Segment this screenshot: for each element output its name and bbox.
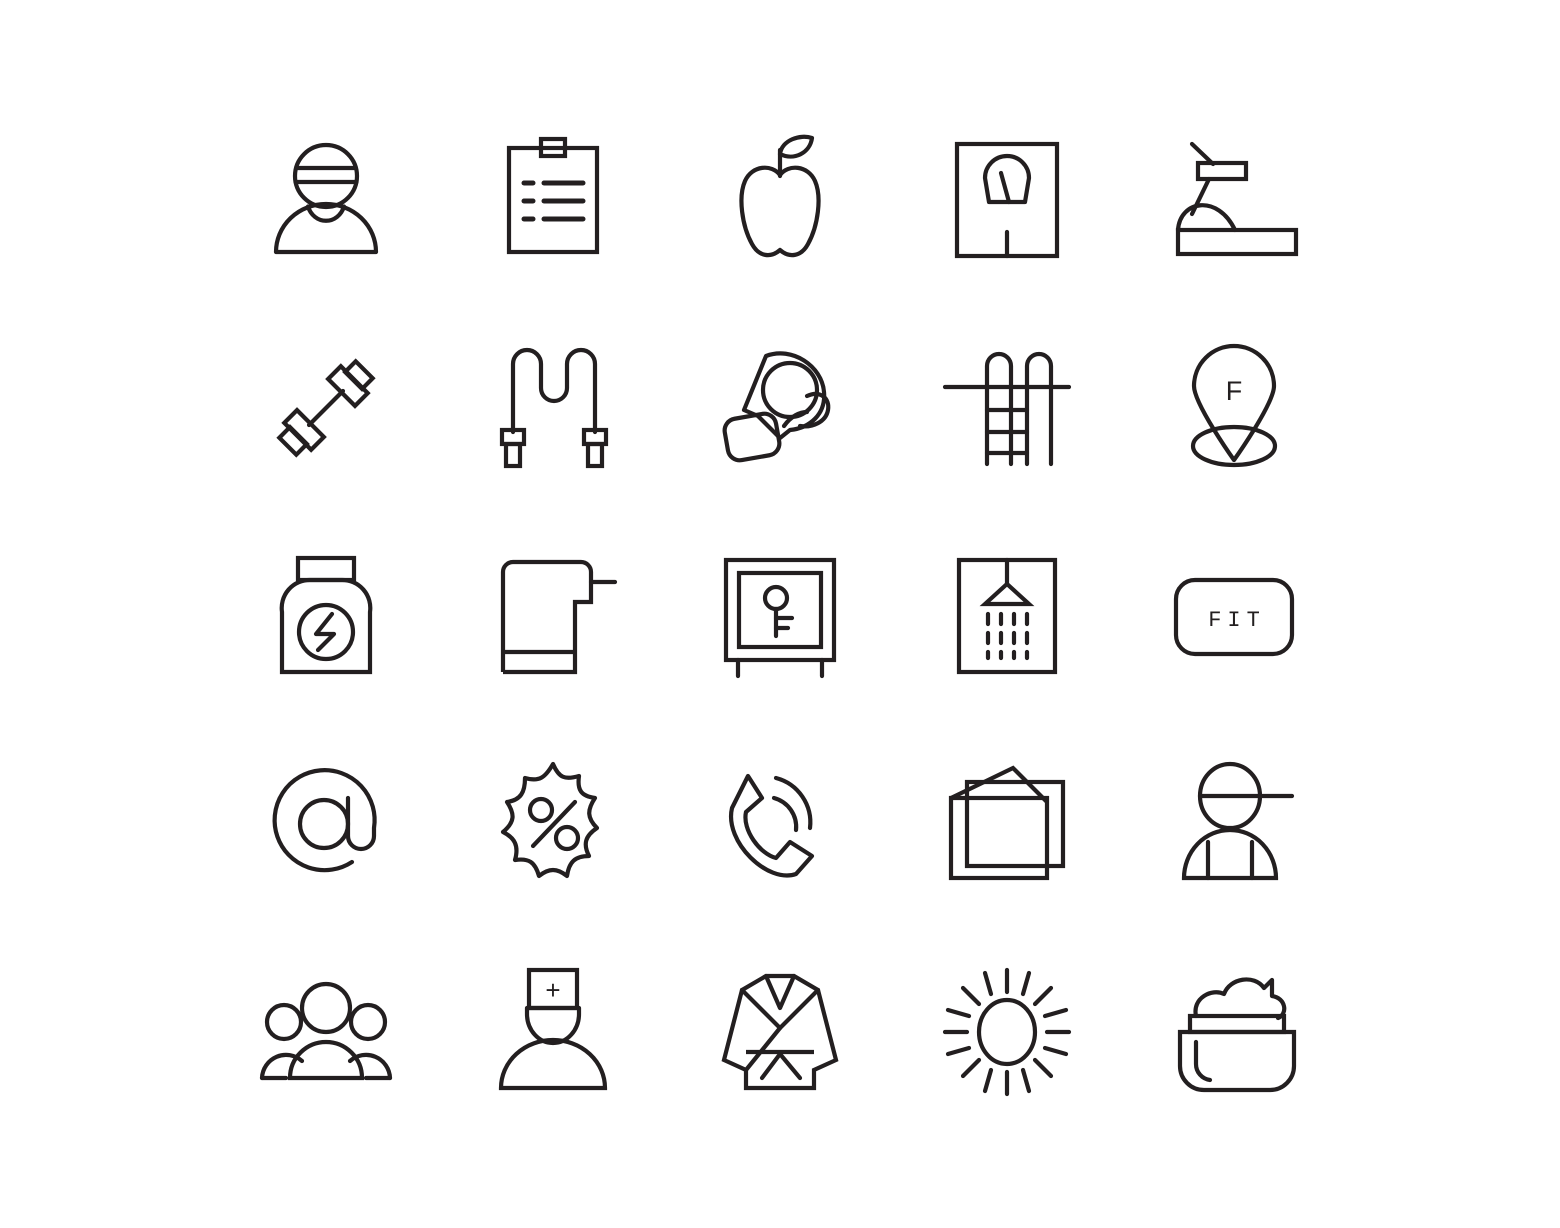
icon-cell-apple[interactable] xyxy=(666,96,893,304)
icon-sheet: F FIT + xyxy=(0,0,1560,1228)
icon-cell-cream-jar[interactable] xyxy=(1121,928,1348,1136)
locker-safe-icon xyxy=(723,557,837,679)
icon-cell-karate-gi[interactable] xyxy=(666,928,893,1136)
group-people-icon xyxy=(259,981,392,1081)
supplement-jar-icon xyxy=(279,555,372,675)
medic-person-icon: + xyxy=(498,967,607,1091)
discount-percent-icon xyxy=(500,761,599,879)
jump-rope-icon xyxy=(499,347,608,469)
icon-cell-treadmill[interactable] xyxy=(1121,96,1348,304)
icon-cell-supplement-jar[interactable] xyxy=(212,512,439,720)
trainer-icon xyxy=(273,142,378,255)
clipboard-icon xyxy=(506,136,599,255)
icon-cell-ringing-phone[interactable] xyxy=(666,720,893,928)
icon-cell-wallet-cards[interactable] xyxy=(894,720,1121,928)
dumbbell-icon xyxy=(275,358,376,458)
icon-cell-locker-safe[interactable] xyxy=(666,512,893,720)
sun-icon xyxy=(943,967,1072,1097)
icon-cell-trainer[interactable] xyxy=(212,96,439,304)
icon-cell-medic-person[interactable]: + xyxy=(439,928,666,1136)
icon-cell-member-person[interactable] xyxy=(1121,720,1348,928)
icon-cell-fit-badge[interactable]: FIT xyxy=(1121,512,1348,720)
wallet-cards-icon xyxy=(949,765,1066,881)
icon-cell-towel[interactable] xyxy=(439,512,666,720)
icon-cell-group-people[interactable] xyxy=(212,928,439,1136)
towel-icon xyxy=(500,559,617,675)
location-pin-letter: F xyxy=(1226,376,1243,406)
icon-cell-clipboard[interactable] xyxy=(439,96,666,304)
icon-cell-sun[interactable] xyxy=(894,928,1121,1136)
icon-cell-dumbbell[interactable] xyxy=(212,304,439,512)
ringing-phone-icon xyxy=(728,773,815,878)
icon-cell-discount-percent[interactable] xyxy=(439,720,666,928)
fit-badge-icon: FIT xyxy=(1174,577,1295,657)
icon-cell-at-sign[interactable] xyxy=(212,720,439,928)
icon-cell-shower[interactable] xyxy=(894,512,1121,720)
treadmill-icon xyxy=(1176,141,1299,257)
cream-jar-icon xyxy=(1178,977,1297,1093)
icon-cell-jump-rope[interactable] xyxy=(439,304,666,512)
fit-badge-label: FIT xyxy=(1209,608,1267,633)
icon-cell-pool-ladder[interactable] xyxy=(894,304,1121,512)
icon-grid: F FIT + xyxy=(212,96,1348,1136)
location-pin-f-icon: F xyxy=(1191,343,1278,468)
weight-scale-icon xyxy=(955,141,1060,259)
shower-icon xyxy=(957,557,1058,675)
icon-cell-weight-scale[interactable] xyxy=(894,96,1121,304)
karate-gi-icon xyxy=(721,973,839,1091)
pool-ladder-icon xyxy=(943,351,1072,467)
medic-plus-label: + xyxy=(545,975,560,1005)
icon-cell-location-pin[interactable]: F xyxy=(1121,304,1348,512)
icon-cell-boxing-glove[interactable] xyxy=(666,304,893,512)
at-sign-icon xyxy=(272,768,377,873)
member-person-icon xyxy=(1182,761,1295,881)
apple-icon xyxy=(739,134,821,258)
boxing-glove-icon xyxy=(722,351,831,463)
